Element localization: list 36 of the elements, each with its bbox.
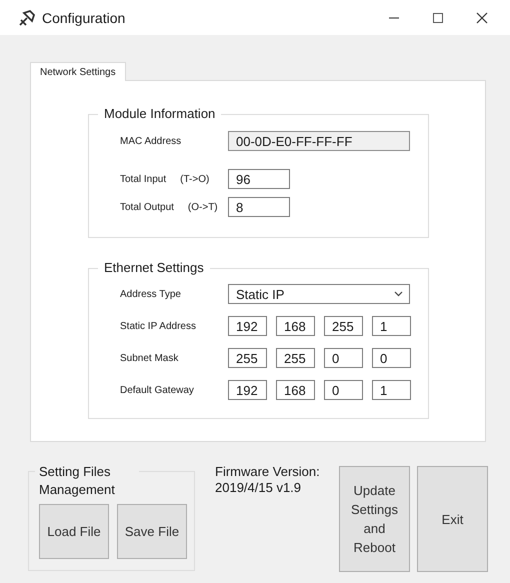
- input-field[interactable]: 0: [324, 380, 363, 400]
- dropdown[interactable]: Static IP: [228, 284, 410, 304]
- action-button[interactable]: Exit: [417, 466, 488, 572]
- input-field[interactable]: 96: [228, 169, 290, 189]
- action-button[interactable]: Update Settings and Reboot: [339, 466, 410, 572]
- file-button[interactable]: Save File: [117, 504, 187, 559]
- direction-label: (O->T): [188, 202, 218, 212]
- window-title: Configuration: [42, 10, 126, 26]
- file-button[interactable]: Load File: [39, 504, 109, 559]
- input-field[interactable]: 168: [276, 380, 315, 400]
- input-field[interactable]: 192: [228, 316, 267, 336]
- input-field[interactable]: 255: [228, 348, 267, 368]
- group-title: Ethernet Settings: [98, 260, 210, 276]
- field-label: Subnet Mask: [120, 352, 180, 364]
- field-label: Address Type: [120, 288, 182, 300]
- input-field[interactable]: 1: [372, 316, 411, 336]
- caret-icon: [394, 291, 403, 297]
- input-field[interactable]: 0: [324, 348, 363, 368]
- field-label: Total Output: [120, 202, 174, 212]
- field-label: Static IP Address: [120, 320, 197, 332]
- close-icon[interactable]: [476, 12, 488, 24]
- input-field[interactable]: 168: [276, 316, 315, 336]
- maximize-icon[interactable]: [432, 12, 444, 24]
- direction-label: (T->O): [180, 174, 210, 184]
- input-field[interactable]: 192: [228, 380, 267, 400]
- input-field[interactable]: 255: [276, 348, 315, 368]
- input-field[interactable]: 255: [324, 316, 363, 336]
- firmware-label: Firmware Version:: [215, 464, 321, 480]
- firmware-version: 2019/4/15 v1.9: [215, 480, 302, 496]
- field-label: Total Input: [120, 174, 166, 184]
- input-field[interactable]: 0: [372, 348, 411, 368]
- input-field[interactable]: 8: [228, 197, 290, 217]
- tab[interactable]: Network Settings: [30, 62, 126, 81]
- field-label: MAC Address: [120, 136, 182, 146]
- field-label: Default Gateway: [120, 384, 195, 396]
- input-field[interactable]: 1: [372, 380, 411, 400]
